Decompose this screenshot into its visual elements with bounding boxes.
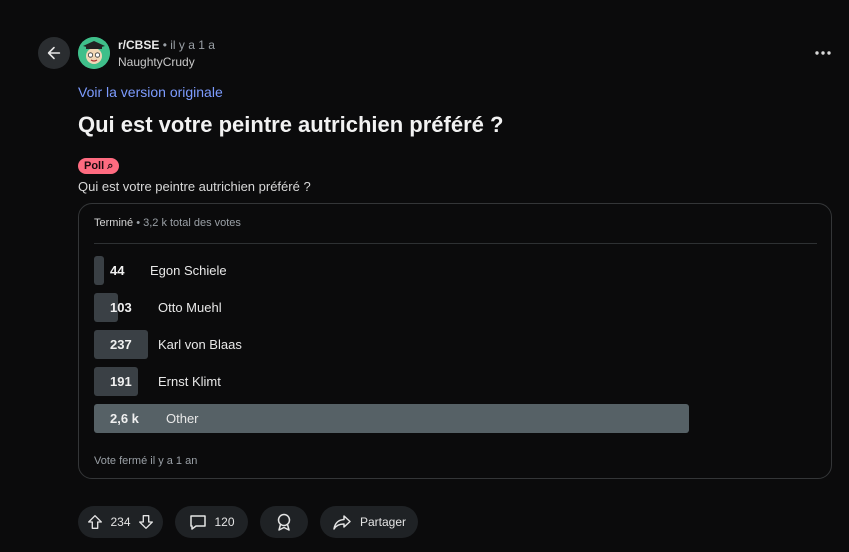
poll-option: 44 Egon Schiele — [94, 256, 689, 285]
share-label: Partager — [359, 515, 407, 529]
poll-option-label: Egon Schiele — [150, 263, 227, 278]
back-button[interactable] — [38, 37, 70, 69]
poll-question: Qui est votre peintre autrichien préféré… — [78, 179, 311, 194]
poll-option: 191 Ernst Klimt — [94, 367, 689, 396]
poll-option-label: Other — [166, 411, 199, 426]
subreddit-avatar[interactable] — [78, 37, 110, 69]
poll-status-label: Terminé — [94, 217, 134, 229]
upvote-icon — [88, 515, 103, 529]
poll-option-count: 191 — [110, 374, 132, 389]
avatar-icon — [78, 37, 110, 69]
divider — [94, 243, 817, 244]
comment-count: 120 — [214, 515, 235, 529]
share-icon — [333, 515, 351, 530]
view-original-link[interactable]: Voir la version originale — [78, 84, 223, 100]
arrow-left-icon — [47, 46, 61, 60]
poll-card: Terminé • 3,2 k total des votes 44 Egon … — [78, 203, 832, 479]
username[interactable]: NaughtyCrudy — [118, 54, 215, 70]
poll-option: 103 Otto Muehl — [94, 293, 689, 322]
poll-status: Terminé • 3,2 k total des votes — [94, 217, 241, 229]
downvote-icon — [138, 515, 153, 529]
poll-option-count: 103 — [110, 300, 132, 315]
upvote-button[interactable] — [86, 513, 104, 531]
ellipsis-icon — [815, 51, 831, 55]
downvote-button[interactable] — [137, 513, 155, 531]
poll-option-bar — [94, 256, 104, 285]
subreddit-name[interactable]: r/CBSE — [118, 38, 159, 52]
poll-option-winner: 2,6 k Other — [94, 404, 689, 433]
poll-badge: Poll ⌕ — [78, 158, 120, 174]
award-icon — [277, 513, 291, 531]
post-time: • il y a 1 a — [162, 38, 215, 52]
comment-icon — [190, 515, 207, 530]
poll-option-label: Ernst Klimt — [158, 374, 221, 389]
poll-option-count: 237 — [110, 337, 132, 352]
vote-bar: 234 — [78, 506, 163, 538]
comments-button[interactable]: 120 — [175, 506, 248, 538]
poll-option-count: 2,6 k — [110, 411, 139, 426]
poll-option-label: Karl von Blaas — [158, 337, 242, 352]
poll-closed-text: Vote fermé il y a 1 an — [94, 455, 198, 467]
vote-count: 234 — [110, 515, 131, 529]
poll-option-count: 44 — [110, 263, 125, 278]
poll-option-label: Otto Muehl — [158, 300, 222, 315]
more-options-button[interactable] — [811, 44, 835, 62]
post-meta: r/CBSE • il y a 1 a NaughtyCrudy — [118, 38, 215, 70]
poll-total-votes: • 3,2 k total des votes — [136, 217, 241, 229]
post-title: Qui est votre peintre autrichien préféré… — [78, 112, 504, 137]
poll-option: 237 Karl von Blaas — [94, 330, 689, 359]
share-button[interactable]: Partager — [320, 506, 418, 538]
award-button[interactable] — [260, 506, 308, 538]
